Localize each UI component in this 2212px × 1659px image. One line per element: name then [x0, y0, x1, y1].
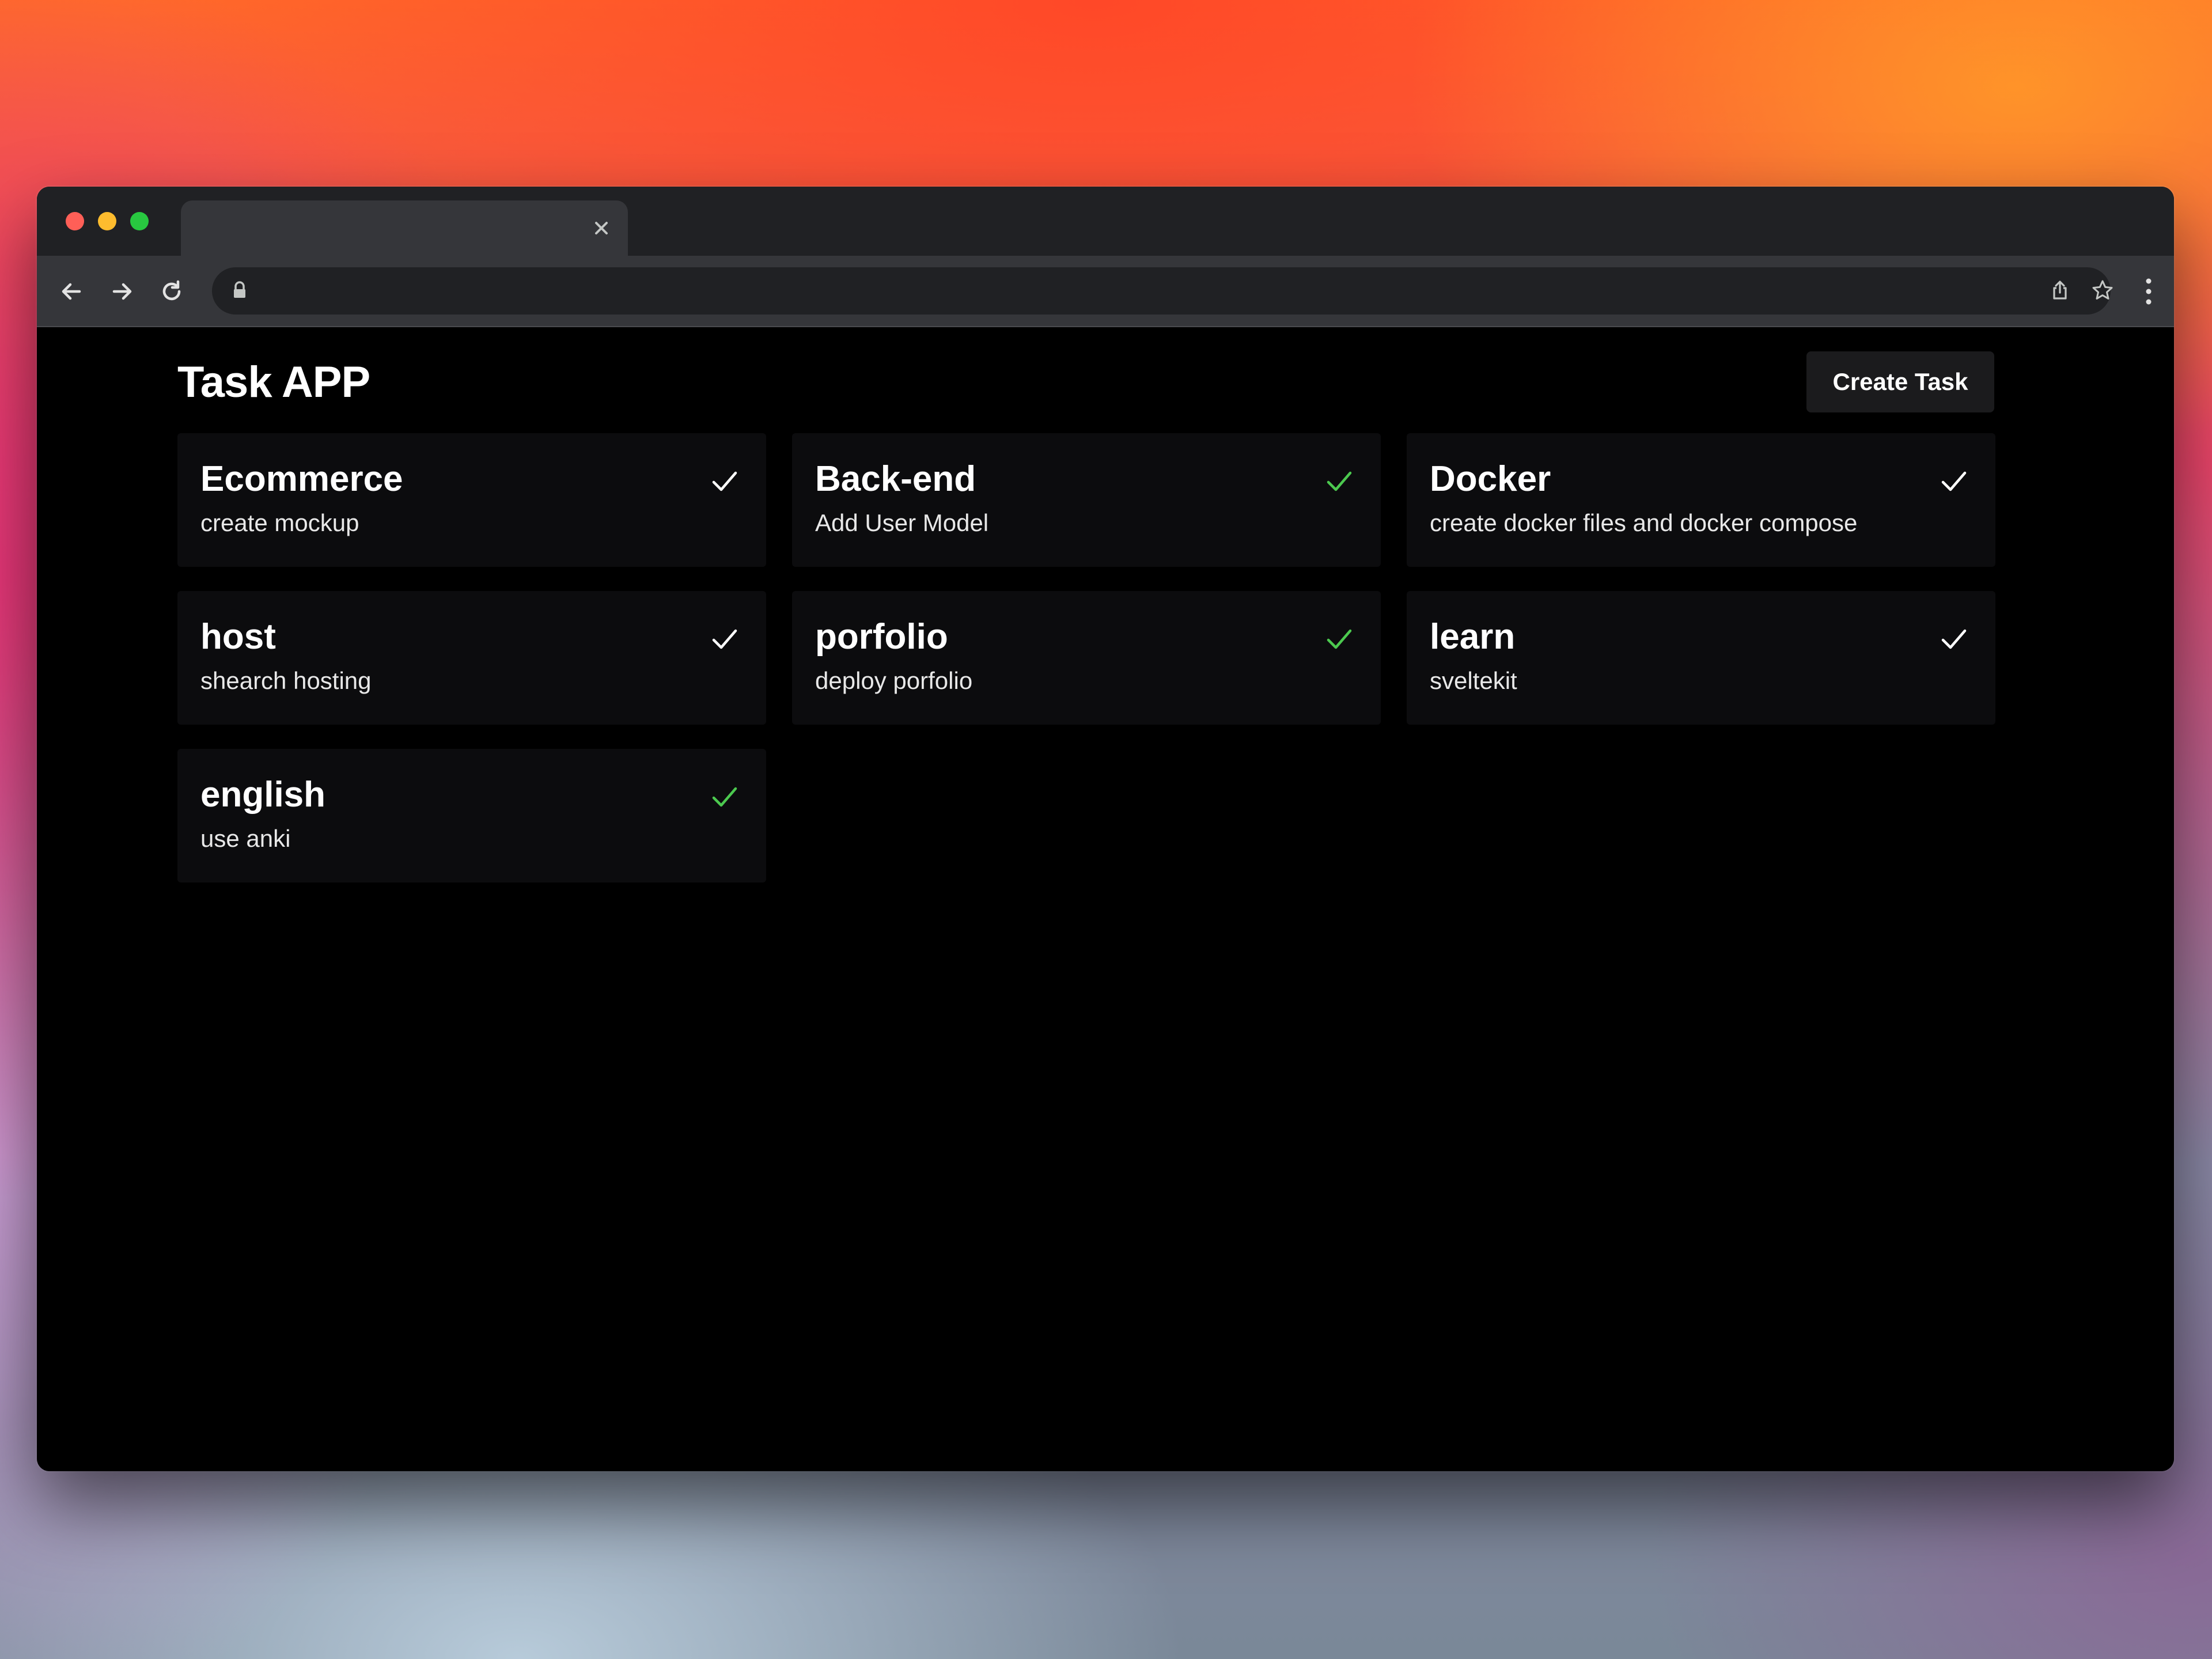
window-minimize-button[interactable]: [98, 212, 116, 230]
task-description: sveltekit: [1430, 667, 1517, 694]
task-title: Ecommerce: [200, 459, 403, 499]
task-card[interactable]: learn sveltekit: [1407, 591, 1995, 725]
tab-close-icon[interactable]: [588, 214, 615, 242]
task-title: host: [200, 617, 276, 657]
window-zoom-button[interactable]: [130, 212, 149, 230]
browser-tab-active[interactable]: [181, 200, 628, 256]
task-title: english: [200, 775, 326, 815]
check-icon[interactable]: [1938, 623, 1970, 656]
window-close-button[interactable]: [66, 212, 84, 230]
task-description: Add User Model: [815, 509, 989, 536]
task-description: create docker files and docker compose: [1430, 509, 1858, 536]
back-arrow-icon[interactable]: [58, 278, 85, 305]
check-icon[interactable]: [709, 623, 741, 656]
task-description: deploy porfolio: [815, 667, 973, 694]
tab-strip: [37, 187, 2174, 256]
page-content: Task APP Create Task Ecommerce create mo…: [37, 327, 2174, 1471]
page-title: Task APP: [177, 358, 370, 407]
check-icon[interactable]: [1323, 623, 1355, 656]
create-task-button[interactable]: Create Task: [1806, 351, 1994, 412]
task-description: shearch hosting: [200, 667, 372, 694]
browser-window: Task APP Create Task Ecommerce create mo…: [37, 187, 2174, 1471]
task-title: porfolio: [815, 617, 948, 657]
check-icon[interactable]: [1323, 465, 1355, 498]
more-menu-icon[interactable]: [2137, 275, 2160, 308]
task-card[interactable]: porfolio deploy porfolio: [792, 591, 1381, 725]
task-card[interactable]: host shearch hosting: [177, 591, 766, 725]
task-title: Back-end: [815, 459, 976, 499]
share-icon[interactable]: [2047, 278, 2073, 303]
task-card[interactable]: Back-end Add User Model: [792, 433, 1381, 567]
forward-arrow-icon[interactable]: [108, 278, 136, 305]
task-title: Docker: [1430, 459, 1551, 499]
task-description: create mockup: [200, 509, 359, 536]
task-description: use anki: [200, 825, 291, 852]
check-icon[interactable]: [1938, 465, 1970, 498]
task-card[interactable]: english use anki: [177, 749, 766, 882]
task-card[interactable]: Docker create docker files and docker co…: [1407, 433, 1995, 567]
lock-icon[interactable]: [227, 278, 252, 303]
check-icon[interactable]: [709, 465, 741, 498]
star-icon[interactable]: [2090, 278, 2115, 303]
browser-toolbar: [37, 256, 2174, 327]
task-title: learn: [1430, 617, 1516, 657]
check-icon[interactable]: [709, 781, 741, 813]
task-grid: Ecommerce create mockup Back-end Add Use…: [177, 433, 1995, 882]
address-bar[interactable]: [212, 267, 2113, 315]
task-card[interactable]: Ecommerce create mockup: [177, 433, 766, 567]
reload-icon[interactable]: [158, 278, 185, 305]
